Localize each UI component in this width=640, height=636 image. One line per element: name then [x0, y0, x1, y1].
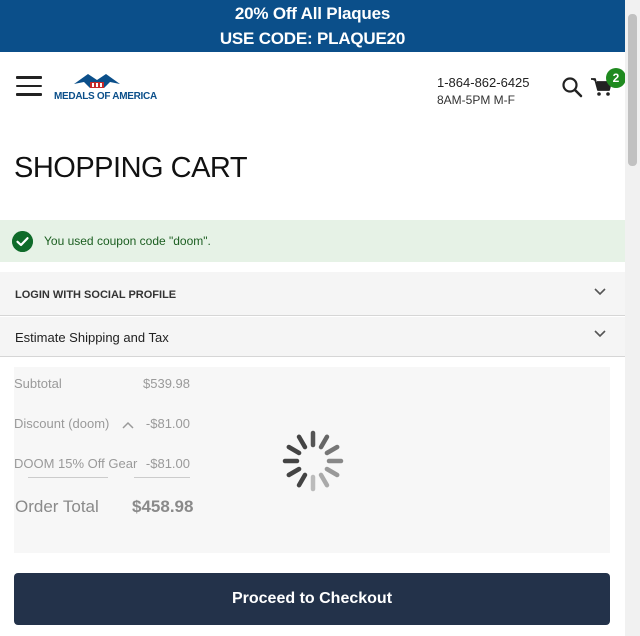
coupon-success-message: You used coupon code "doom".: [0, 220, 625, 262]
subtotal-value: $539.98: [143, 376, 190, 391]
check-circle-icon: [12, 231, 33, 252]
order-total-value: $458.98: [132, 497, 194, 516]
site-header: MEDALS OF AMERICA 1-864-862-6425 8AM-5PM…: [0, 52, 626, 124]
coupon-message-text: You used coupon code "doom".: [44, 234, 211, 248]
promo-code: USE CODE: PLAQUE20: [219, 29, 406, 48]
social-login-label: LOGIN WITH SOCIAL PROFILE: [15, 289, 177, 301]
divider: [134, 477, 190, 478]
divider: [28, 477, 108, 478]
logo-text[interactable]: MEDALS OF AMERICA: [54, 91, 157, 102]
promo-banner[interactable]: 20% Off All Plaques USE CODE: PLAQUE20: [0, 0, 625, 52]
cart-count-badge[interactable]: 2: [606, 68, 626, 88]
promo-headline: 20% Off All Plaques: [234, 4, 391, 23]
chevron-up-icon[interactable]: [122, 421, 134, 429]
business-hours: 8AM-5PM M-F: [437, 93, 515, 107]
discount-value: -$81.00: [145, 416, 190, 431]
social-login-accordion[interactable]: LOGIN WITH SOCIAL PROFILE: [0, 272, 625, 316]
search-icon[interactable]: [561, 76, 583, 98]
page-scrollbar[interactable]: [625, 0, 640, 636]
page-title: SHOPPING CART: [14, 152, 248, 184]
shipping-tax-accordion[interactable]: Estimate Shipping and Tax: [0, 317, 625, 357]
subtotal-label: Subtotal: [14, 376, 62, 391]
order-total-label: Order Total: [15, 497, 99, 516]
loading-spinner-icon: [282, 430, 344, 492]
chevron-down-icon: [594, 288, 606, 296]
hamburger-menu-icon[interactable]: [16, 76, 42, 96]
phone-number[interactable]: 1-864-862-6425: [437, 73, 530, 93]
discount-label[interactable]: Discount (doom): [14, 416, 109, 431]
proceed-to-checkout-button[interactable]: Proceed to Checkout: [14, 573, 610, 625]
discount-detail-label: DOOM 15% Off Gear: [14, 456, 138, 471]
scrollbar-thumb[interactable]: [628, 14, 637, 166]
shipping-tax-label: Estimate Shipping and Tax: [15, 330, 169, 345]
chevron-down-icon: [594, 330, 606, 338]
discount-detail-value: -$81.00: [145, 456, 190, 471]
